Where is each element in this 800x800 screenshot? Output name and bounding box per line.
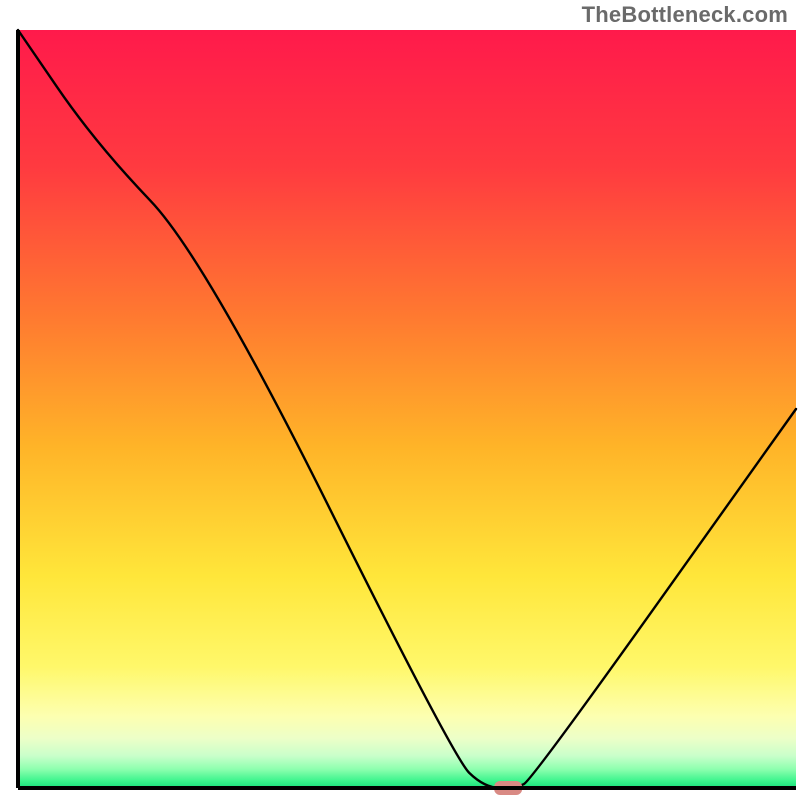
chart-container: TheBottleneck.com [0,0,800,800]
bottleneck-chart [0,0,800,800]
watermark-text: TheBottleneck.com [582,2,788,28]
plot-background [18,30,796,788]
